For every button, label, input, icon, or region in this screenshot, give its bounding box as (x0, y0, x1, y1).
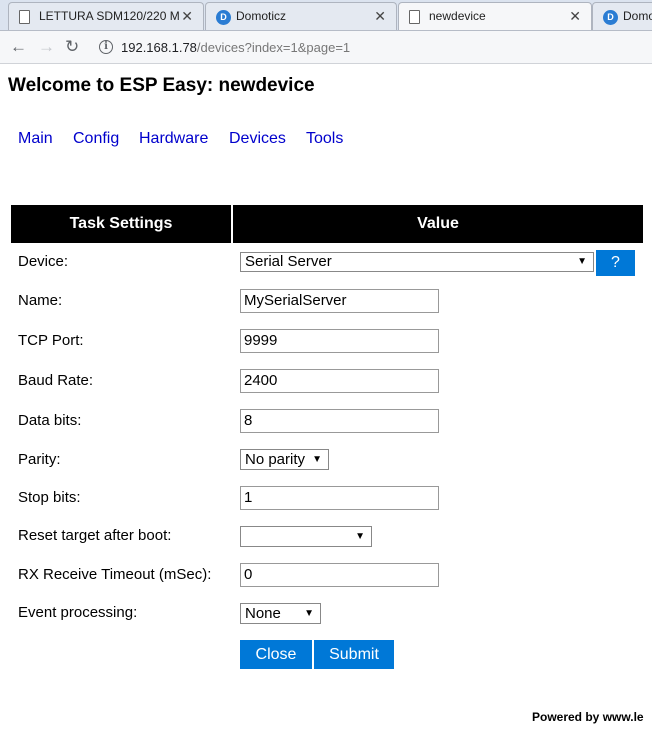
parity-select-value: No parity (245, 451, 306, 468)
parity-label: Parity: (18, 451, 61, 468)
parity-select[interactable]: No parity ▼ (240, 449, 329, 470)
back-arrow-icon[interactable]: ← (10, 37, 27, 57)
baud-rate-input[interactable]: 2400 (240, 369, 439, 393)
stop-bits-label: Stop bits: (18, 489, 81, 506)
document-icon (19, 10, 30, 24)
reset-target-select[interactable]: ▼ (240, 526, 372, 547)
tab-title: Domoticz (236, 9, 287, 23)
stop-bits-input[interactable]: 1 (240, 486, 439, 510)
browser-tab-domoticz-2[interactable]: D Domo (592, 2, 652, 30)
data-bits-input[interactable]: 8 (240, 409, 439, 433)
tab-title: LETTURA SDM120/220 M (39, 9, 179, 23)
menu-hardware[interactable]: Hardware (139, 130, 208, 148)
document-icon (409, 10, 420, 24)
menu-main[interactable]: Main (18, 130, 53, 148)
event-processing-select-value: None (245, 605, 281, 622)
task-settings-table: Task Settings Value (9, 205, 645, 243)
data-bits-label: Data bits: (18, 412, 82, 429)
rx-timeout-input[interactable]: 0 (240, 563, 439, 587)
domoticz-icon: D (216, 10, 231, 25)
domoticz-icon: D (603, 10, 618, 25)
rx-timeout-label: RX Receive Timeout (mSec): (18, 566, 212, 583)
close-button[interactable]: Close (240, 640, 312, 669)
device-help-button[interactable]: ? (596, 250, 635, 276)
event-processing-select[interactable]: None ▼ (240, 603, 321, 624)
page-title: Welcome to ESP Easy: newdevice (8, 75, 315, 96)
close-icon[interactable]: ✕ (374, 3, 386, 30)
close-icon[interactable]: ✕ (569, 3, 581, 30)
device-label: Device: (18, 253, 69, 270)
url-host: 192.168.1.78 (121, 40, 197, 55)
menu-config[interactable]: Config (73, 130, 119, 148)
info-icon[interactable]: i (99, 40, 113, 54)
close-icon[interactable]: ✕ (181, 3, 193, 30)
tcp-port-input[interactable]: 9999 (240, 329, 439, 353)
chevron-down-icon: ▼ (312, 454, 322, 465)
column-header-value: Value (233, 205, 643, 243)
menu-tools[interactable]: Tools (306, 130, 343, 148)
event-processing-label: Event processing: (18, 604, 138, 621)
browser-tab-newdevice[interactable]: newdevice ✕ (398, 2, 592, 30)
name-label: Name: (18, 292, 63, 309)
browser-tab-domoticz[interactable]: D Domoticz ✕ (205, 2, 397, 30)
browser-tab-lettura[interactable]: LETTURA SDM120/220 M ✕ (8, 2, 204, 30)
address-bar[interactable]: 192.168.1.78/devices?index=1&page=1 (121, 40, 350, 55)
reset-target-label: Reset target after boot: (18, 527, 172, 544)
tab-title: newdevice (429, 9, 486, 23)
chevron-down-icon: ▼ (355, 531, 365, 542)
chevron-down-icon: ▼ (304, 608, 314, 619)
column-header-task-settings: Task Settings (11, 205, 231, 243)
reload-icon[interactable]: ↻ (65, 37, 79, 57)
url-path: /devices?index=1&page=1 (196, 40, 351, 55)
device-select-value: Serial Server (245, 253, 332, 270)
browser-tabstrip: LETTURA SDM120/220 M ✕ D Domoticz ✕ newd… (0, 0, 652, 31)
tcp-port-label: TCP Port: (18, 332, 84, 349)
name-input[interactable]: MySerialServer (240, 289, 439, 313)
submit-button[interactable]: Submit (314, 640, 394, 669)
device-select[interactable]: Serial Server ▼ (240, 252, 594, 272)
chevron-down-icon: ▼ (577, 256, 587, 267)
menu-devices[interactable]: Devices (229, 130, 286, 148)
tab-title: Domo (623, 9, 652, 23)
baud-rate-label: Baud Rate: (18, 372, 94, 389)
forward-arrow-icon[interactable]: → (38, 37, 55, 57)
footer-powered-by: Powered by www.le (532, 710, 644, 724)
